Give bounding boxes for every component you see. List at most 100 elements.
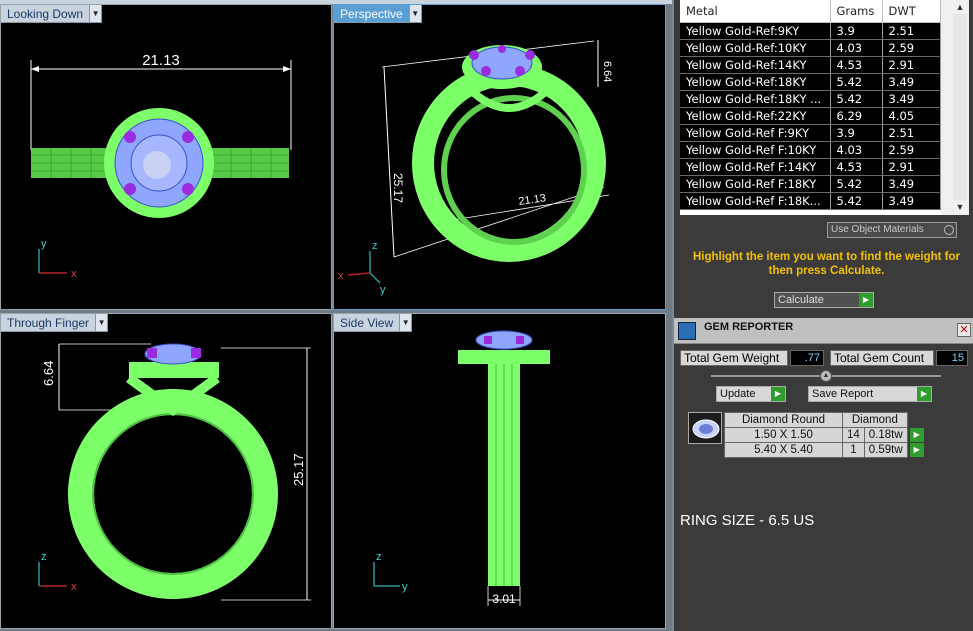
dwt-cell: 3.49 bbox=[882, 90, 941, 108]
dwt-cell: 3.49 bbox=[882, 73, 941, 91]
dwt-cell: 2.51 bbox=[882, 124, 941, 142]
use-object-materials-toggle[interactable]: Use Object Materials bbox=[827, 222, 957, 238]
table-row[interactable]: Yellow Gold-Ref:18KY ... 5.42 3.49 bbox=[680, 90, 941, 108]
metal-name-cell: Yellow Gold-Ref:18KY ... bbox=[680, 90, 831, 108]
gem-count-cell: 14 bbox=[842, 427, 865, 443]
gem-row[interactable]: 5.40 X 5.40 1 0.59tw ▶ bbox=[724, 442, 925, 458]
metal-name-cell: Yellow Gold-Ref F:10KY bbox=[680, 141, 831, 159]
chevron-down-icon[interactable]: ▼ bbox=[95, 314, 108, 331]
round-diamond-icon bbox=[688, 412, 722, 444]
table-row[interactable]: Yellow Gold-Ref:18KY 5.42 3.49 bbox=[680, 73, 941, 91]
axis-label: y bbox=[41, 238, 47, 250]
save-report-button[interactable]: Save Report ▶ bbox=[808, 386, 932, 402]
dimension-height: 25.17 bbox=[391, 173, 405, 203]
ring-perspective-wireframe: 25.17 6.64 21.13 z x y bbox=[338, 40, 613, 296]
chevron-down-icon[interactable]: ▼ bbox=[399, 314, 412, 331]
gem-type-header: Diamond bbox=[842, 412, 908, 428]
app-window: Looking Down ▼ 21.13 y x Perspective ▼ 2… bbox=[0, 0, 973, 631]
dimension-small: 6.64 bbox=[41, 361, 56, 386]
viewport-tab-through-finger[interactable]: Through Finger ▼ bbox=[1, 314, 109, 332]
axis-label: y bbox=[402, 581, 408, 593]
slider-knob-icon[interactable]: ▲ bbox=[820, 370, 832, 382]
viewport-tab-perspective[interactable]: Perspective ▼ bbox=[334, 5, 422, 23]
scroll-track[interactable] bbox=[953, 14, 967, 200]
metal-name-cell: Yellow Gold-Ref:22KY bbox=[680, 107, 831, 125]
metal-name-cell: Yellow Gold-Ref F:14KY bbox=[680, 158, 831, 176]
table-row[interactable]: Yellow Gold-Ref F:18K... 5.42 3.49 bbox=[680, 192, 941, 210]
gem-shape-header: Diamond Round bbox=[724, 412, 843, 428]
metal-table-scrollbar[interactable]: ▲ ▼ bbox=[941, 0, 969, 215]
grams-cell: 5.42 bbox=[830, 175, 883, 193]
gem-row[interactable]: 1.50 X 1.50 14 0.18tw ▶ bbox=[724, 427, 925, 443]
total-gem-weight-label: Total Gem Weight bbox=[680, 350, 788, 366]
dimension-height: 25.17 bbox=[291, 453, 306, 486]
dimension-width: 21.13 bbox=[142, 52, 180, 69]
axis-label: z bbox=[376, 551, 382, 563]
viewport-looking-down[interactable]: Looking Down ▼ 21.13 y x bbox=[0, 4, 332, 310]
dwt-cell: 3.49 bbox=[882, 175, 941, 193]
table-row[interactable]: Yellow Gold-Ref:9KY 3.9 2.51 bbox=[680, 22, 941, 40]
axis-label: y bbox=[380, 284, 386, 296]
gem-count-cell: 1 bbox=[842, 442, 865, 458]
viewport-label: Through Finger bbox=[7, 315, 90, 330]
play-arrow-icon[interactable]: ▶ bbox=[909, 443, 924, 457]
right-panel: Metal Grams DWT Yellow Gold-Ref:9KY 3.9 2.… bbox=[672, 0, 973, 631]
save-report-label: Save Report bbox=[812, 388, 874, 400]
chevron-down-icon[interactable]: ▼ bbox=[89, 5, 102, 22]
metal-name-cell: Yellow Gold-Ref F:18KY bbox=[680, 175, 831, 193]
dwt-cell: 2.91 bbox=[882, 158, 941, 176]
chevron-down-icon[interactable]: ▼ bbox=[408, 5, 421, 22]
dwt-cell: 4.05 bbox=[882, 107, 941, 125]
dwt-cell: 3.49 bbox=[882, 192, 941, 210]
table-row[interactable]: Yellow Gold-Ref:10KY 4.03 2.59 bbox=[680, 39, 941, 57]
gem-weight-cell: 0.59tw bbox=[863, 442, 908, 458]
play-arrow-icon[interactable]: ▶ bbox=[909, 428, 924, 442]
update-button[interactable]: Update ▶ bbox=[716, 386, 786, 402]
gem-reporter-header: GEM REPORTER ✕ bbox=[674, 318, 973, 344]
viewport-label: Perspective bbox=[340, 6, 403, 21]
grams-cell: 4.03 bbox=[830, 141, 883, 159]
axis-label: x bbox=[71, 268, 77, 280]
metal-name-cell: Yellow Gold-Ref:10KY bbox=[680, 39, 831, 57]
scroll-down-icon[interactable]: ▼ bbox=[953, 200, 967, 214]
gem-weight-cell: 0.18tw bbox=[863, 427, 908, 443]
scroll-up-icon[interactable]: ▲ bbox=[953, 0, 967, 14]
table-row[interactable]: Yellow Gold-Ref F:18KY 5.42 3.49 bbox=[680, 175, 941, 193]
gem-list: Diamond Round Diamond 1.50 X 1.50 14 0.18t… bbox=[680, 406, 969, 470]
axis-label: z bbox=[372, 240, 378, 252]
ring-front-wireframe: 6.64 25.17 z x bbox=[38, 343, 311, 601]
column-header-metal: Metal bbox=[680, 0, 831, 23]
table-row[interactable]: Yellow Gold-Ref:22KY 6.29 4.05 bbox=[680, 107, 941, 125]
grams-cell: 3.9 bbox=[830, 22, 883, 40]
table-row[interactable]: Yellow Gold-Ref F:9KY 3.9 2.51 bbox=[680, 124, 941, 142]
table-row[interactable]: Yellow Gold-Ref F:14KY 4.53 2.91 bbox=[680, 158, 941, 176]
viewport-through-finger[interactable]: Through Finger ▼ 6.64 25.17 z x bbox=[0, 313, 332, 629]
viewport-tab-side-view[interactable]: Side View ▼ bbox=[334, 314, 413, 332]
grams-cell: 5.42 bbox=[830, 192, 883, 210]
viewport-side-view[interactable]: Side View ▼ 3.01 z y bbox=[333, 313, 666, 629]
gem-reporter-title: GEM REPORTER bbox=[704, 321, 794, 333]
table-row[interactable]: Yellow Gold-Ref:14KY 4.53 2.91 bbox=[680, 56, 941, 74]
viewport-tab-looking-down[interactable]: Looking Down ▼ bbox=[1, 5, 103, 23]
metal-weight-table[interactable]: Metal Grams DWT Yellow Gold-Ref:9KY 3.9 2.… bbox=[680, 0, 941, 215]
total-gem-count-label: Total Gem Count bbox=[830, 350, 934, 366]
metal-name-cell: Yellow Gold-Ref:9KY bbox=[680, 22, 831, 40]
grams-cell: 4.03 bbox=[830, 39, 883, 57]
use-object-materials-label: Use Object Materials bbox=[831, 224, 924, 235]
dimension-small: 6.64 bbox=[601, 61, 613, 82]
radio-icon[interactable] bbox=[944, 225, 954, 235]
table-row[interactable]: Yellow Gold-Ref F:10KY 4.03 2.59 bbox=[680, 141, 941, 159]
calculate-label: Calculate bbox=[778, 294, 824, 306]
grams-cell: 6.29 bbox=[830, 107, 883, 125]
grams-cell: 3.9 bbox=[830, 124, 883, 142]
viewport-perspective[interactable]: Perspective ▼ 25.17 6.64 21.13 z x y bbox=[333, 4, 666, 310]
viewport-label: Looking Down bbox=[7, 6, 84, 21]
table-header-row: Metal Grams DWT bbox=[680, 0, 941, 23]
play-arrow-icon: ▶ bbox=[771, 387, 785, 401]
play-arrow-icon: ▶ bbox=[859, 293, 873, 307]
close-icon[interactable]: ✕ bbox=[957, 323, 971, 337]
update-label: Update bbox=[720, 388, 756, 400]
calculate-button[interactable]: Calculate ▶ bbox=[774, 292, 874, 308]
gem-table: Diamond Round Diamond 1.50 X 1.50 14 0.18t… bbox=[724, 412, 925, 458]
dwt-cell: 2.59 bbox=[882, 141, 941, 159]
